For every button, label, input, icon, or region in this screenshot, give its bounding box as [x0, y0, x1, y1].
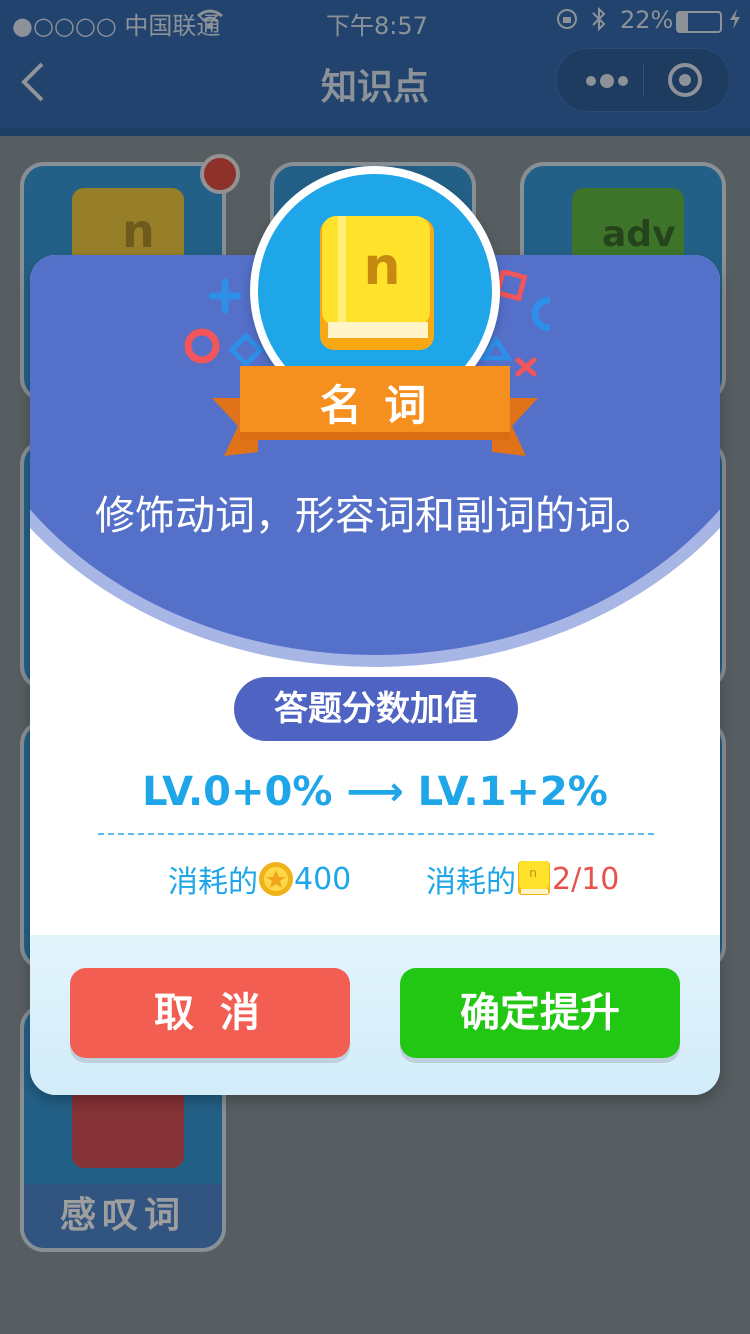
- dashed-divider: [98, 833, 654, 835]
- coin-cost-value: 400: [294, 861, 352, 897]
- coin-cost: 消耗的 400: [168, 857, 351, 901]
- noun-book-small-icon: n: [518, 861, 550, 895]
- cancel-button[interactable]: 取 消: [70, 968, 350, 1058]
- svg-text:n: n: [529, 866, 537, 880]
- gold-coin-icon: [259, 862, 293, 896]
- book-cost-label: 消耗的: [426, 865, 516, 900]
- word-type-title: 名 词: [319, 381, 431, 430]
- coin-cost-label: 消耗的: [168, 865, 258, 900]
- level-from: LV.0+0%: [142, 769, 333, 815]
- level-change: LV.0+0% ⟶ LV.1+2%: [30, 769, 720, 815]
- noun-book-icon-large: n: [320, 216, 434, 350]
- book-cost-value: 2/10: [552, 861, 620, 897]
- svg-text:n: n: [363, 237, 400, 297]
- level-to: LV.1+2%: [417, 769, 608, 815]
- arrow-right-icon: ⟶: [346, 769, 404, 815]
- word-description: 修饰动词，形容词和副词的词。: [95, 493, 655, 539]
- book-cost: 消耗的 n 2/10: [426, 857, 619, 901]
- section-pill: 答题分数加值: [234, 677, 518, 741]
- confirm-upgrade-button[interactable]: 确定提升: [400, 968, 680, 1058]
